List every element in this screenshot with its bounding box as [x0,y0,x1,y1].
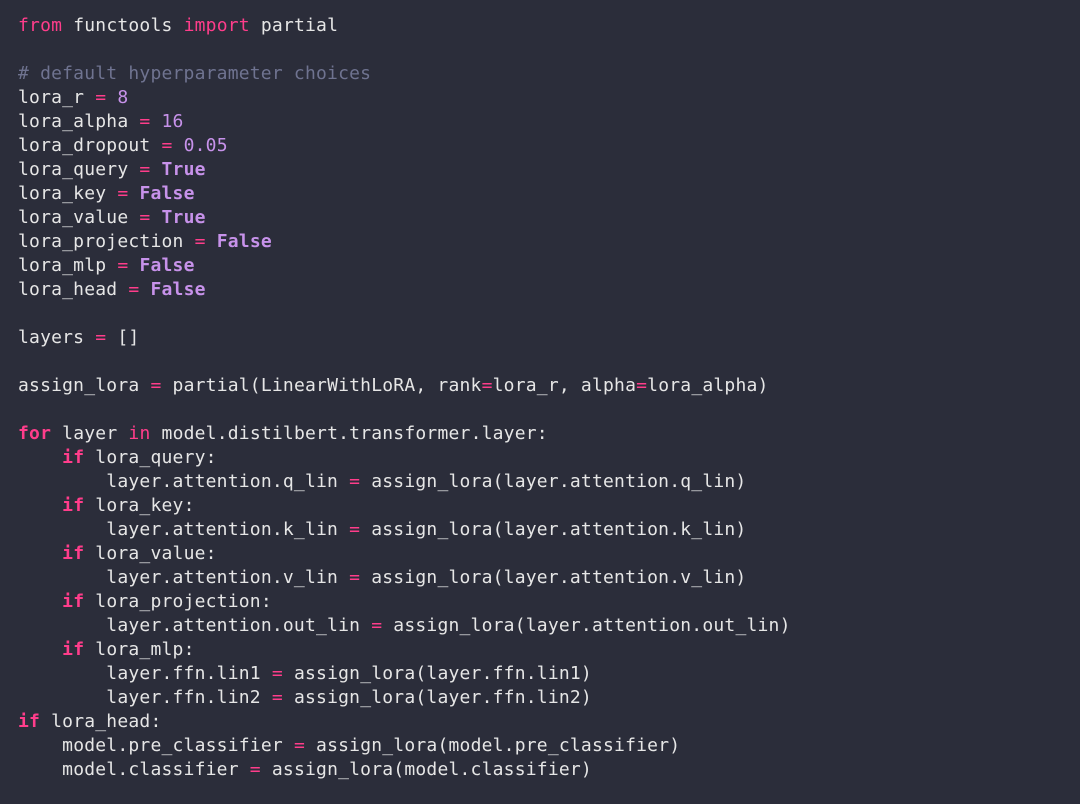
kw-if: if [18,711,40,732]
kw-from: from [18,15,62,36]
var-name: lora_projection [18,231,184,252]
kw-in: in [128,423,150,444]
kw-if: if [62,447,84,468]
loop-var: layer [62,423,117,444]
assign-lhs: layer.attention.v_lin [106,567,338,588]
number-literal: 0.05 [184,135,228,156]
bool-literal: False [139,183,194,204]
assign-rhs: assign_lora(layer.attention.q_lin) [371,471,746,492]
condition: lora_mlp: [95,639,194,660]
assign-lhs: layer.attention.q_lin [106,471,338,492]
assign-lhs: model.pre_classifier [62,735,283,756]
var-name: lora_alpha [18,111,128,132]
call-arg: lora_r, alpha [493,375,636,396]
kw-if: if [62,495,84,516]
kw-if: if [62,543,84,564]
number-literal: 16 [162,111,184,132]
assign-rhs: assign_lora(layer.ffn.lin2) [294,687,592,708]
assign-lhs: layer.attention.k_lin [106,519,338,540]
bool-literal: False [217,231,272,252]
list-literal: [] [117,327,139,348]
condition: lora_value: [95,543,216,564]
var-name: lora_mlp [18,255,106,276]
assign-lhs: layer.attention.out_lin [106,615,360,636]
bool-literal: True [162,207,206,228]
bool-literal: False [150,279,205,300]
kw-import: import [184,15,250,36]
comment: # default hyperparameter choices [18,63,371,84]
var-name: lora_key [18,183,106,204]
bool-literal: True [162,159,206,180]
call-expression: partial(LinearWithLoRA, rank [173,375,482,396]
condition: lora_head: [51,711,161,732]
kw-for: for [18,423,51,444]
var-name: assign_lora [18,375,139,396]
assign-rhs: assign_lora(model.classifier) [272,759,592,780]
assign-lhs: layer.ffn.lin1 [106,663,261,684]
var-name: lora_query [18,159,128,180]
assign-rhs: assign_lora(layer.attention.v_lin) [371,567,746,588]
assign-rhs: assign_lora(model.pre_classifier) [316,735,680,756]
kw-if: if [62,591,84,612]
bool-literal: False [139,255,194,276]
module-name: functools [73,15,172,36]
var-name: lora_dropout [18,135,150,156]
assign-rhs: assign_lora(layer.attention.k_lin) [371,519,746,540]
imported-name: partial [261,15,338,36]
var-name: layers [18,327,84,348]
var-name: lora_head [18,279,117,300]
assign-rhs: assign_lora(layer.attention.out_lin) [393,615,790,636]
condition: lora_query: [95,447,216,468]
condition: lora_projection: [95,591,272,612]
var-name: lora_value [18,207,128,228]
condition: lora_key: [95,495,194,516]
assign-rhs: assign_lora(layer.ffn.lin1) [294,663,592,684]
assign-lhs: layer.ffn.lin2 [106,687,261,708]
assign-lhs: model.classifier [62,759,239,780]
var-name: lora_r [18,87,84,108]
iterable: model.distilbert.transformer.layer: [162,423,548,444]
number-literal: 8 [117,87,128,108]
code-block: from functools import partial # default … [0,0,1080,796]
kw-if: if [62,639,84,660]
call-arg: lora_alpha) [647,375,768,396]
